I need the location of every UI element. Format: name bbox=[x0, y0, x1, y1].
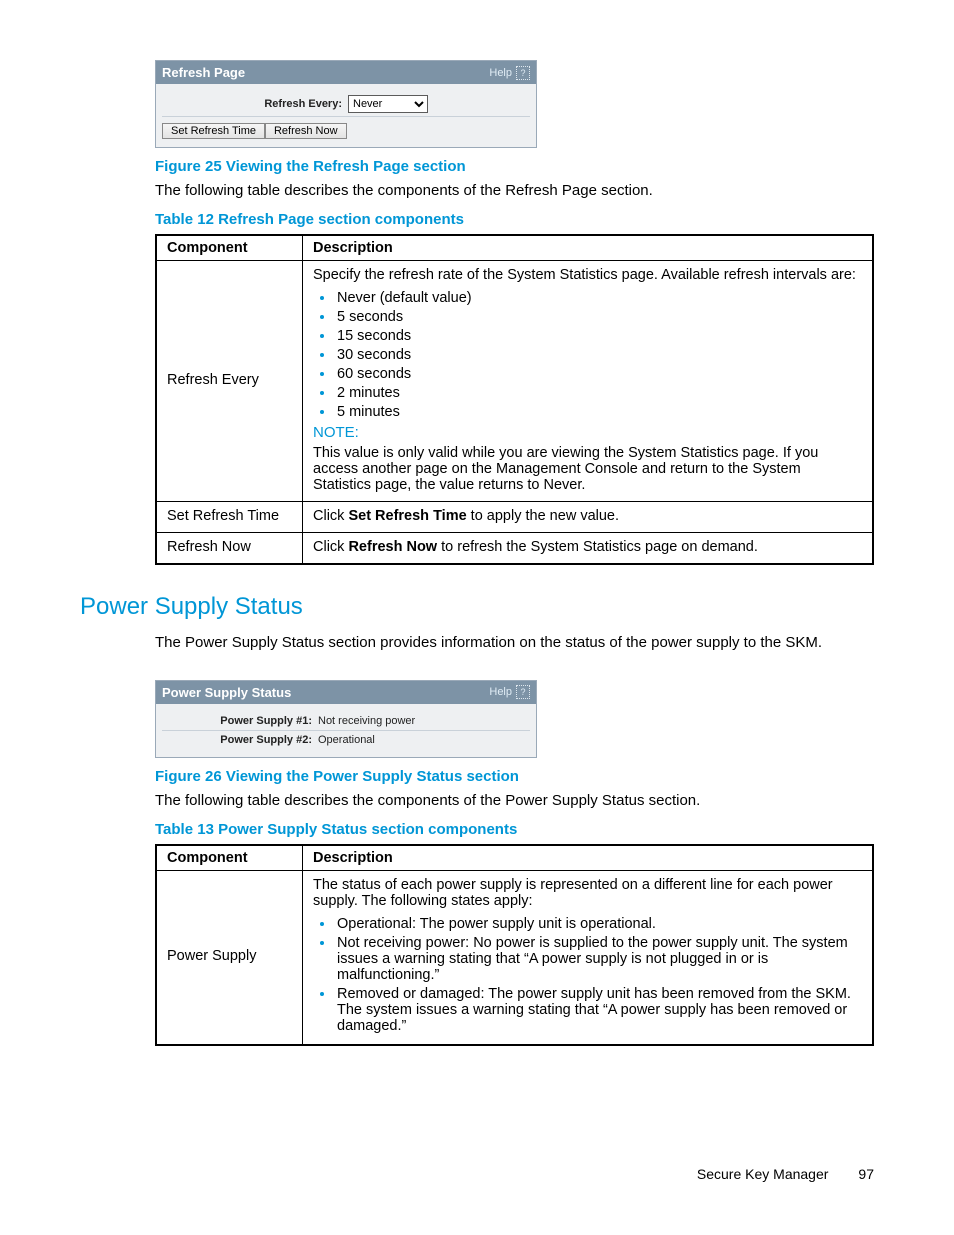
desc-list: Operational: The power supply unit is op… bbox=[313, 915, 862, 1034]
note-text: This value is only valid while you are v… bbox=[313, 445, 818, 493]
list-item: 2 minutes bbox=[335, 384, 862, 401]
panel-title: Refresh Page bbox=[162, 65, 245, 80]
figure-26-text: The following table describes the compon… bbox=[155, 791, 874, 811]
footer-product: Secure Key Manager bbox=[697, 1166, 829, 1182]
table-row: Refresh Every Specify the refresh rate o… bbox=[156, 261, 873, 502]
panel-body: Power Supply #1: Not receiving power Pow… bbox=[156, 704, 536, 757]
table-cell-description: Click Set Refresh Time to apply the new … bbox=[303, 502, 874, 533]
set-refresh-time-button[interactable]: Set Refresh Time bbox=[162, 123, 265, 139]
desc-post: to refresh the System Statistics page on… bbox=[437, 539, 758, 555]
footer-page-number: 97 bbox=[858, 1166, 874, 1182]
table-cell-component: Refresh Now bbox=[156, 533, 303, 565]
power-supply-1-value: Not receiving power bbox=[318, 715, 415, 727]
figure-25-caption: Figure 25 Viewing the Refresh Page secti… bbox=[155, 158, 874, 175]
list-item: Removed or damaged: The power supply uni… bbox=[335, 985, 862, 1034]
help-icon: ? bbox=[516, 66, 530, 80]
help-link[interactable]: Help ? bbox=[489, 66, 530, 80]
refresh-page-panel: Refresh Page Help ? Refresh Every: Never… bbox=[155, 60, 537, 148]
table-13: Component Description Power Supply The s… bbox=[155, 844, 874, 1046]
desc-post: to apply the new value. bbox=[467, 508, 619, 524]
refresh-every-label: Refresh Every: bbox=[162, 98, 348, 110]
refresh-every-select[interactable]: Never bbox=[348, 95, 428, 113]
power-supply-status-heading: Power Supply Status bbox=[80, 593, 874, 621]
panel-title: Power Supply Status bbox=[162, 685, 291, 700]
list-item: 60 seconds bbox=[335, 365, 862, 382]
list-item: 5 minutes bbox=[335, 403, 862, 420]
help-label: Help bbox=[489, 686, 512, 698]
table-cell-description: Click Refresh Now to refresh the System … bbox=[303, 533, 874, 565]
table-12-caption: Table 12 Refresh Page section components bbox=[155, 211, 874, 228]
table-13-caption: Table 13 Power Supply Status section com… bbox=[155, 821, 874, 838]
desc-pre: Click bbox=[313, 508, 348, 524]
desc-bold: Refresh Now bbox=[348, 539, 437, 555]
table-cell-component: Refresh Every bbox=[156, 261, 303, 502]
help-link[interactable]: Help ? bbox=[489, 685, 530, 699]
table-cell-description: Specify the refresh rate of the System S… bbox=[303, 261, 874, 502]
button-row: Set Refresh Time Refresh Now bbox=[162, 123, 530, 139]
desc-bold: Set Refresh Time bbox=[348, 508, 466, 524]
table-header-description: Description bbox=[303, 235, 874, 261]
table-header-component: Component bbox=[156, 845, 303, 871]
table-row: Power Supply The status of each power su… bbox=[156, 870, 873, 1045]
panel-titlebar: Power Supply Status Help ? bbox=[156, 681, 536, 704]
refresh-now-button[interactable]: Refresh Now bbox=[265, 123, 347, 139]
desc-list: Never (default value) 5 seconds 15 secon… bbox=[313, 289, 862, 420]
table-12: Component Description Refresh Every Spec… bbox=[155, 234, 874, 565]
panel-titlebar: Refresh Page Help ? bbox=[156, 61, 536, 84]
power-supply-1-label: Power Supply #1: bbox=[162, 715, 318, 727]
power-supply-panel: Power Supply Status Help ? Power Supply … bbox=[155, 680, 537, 758]
desc-pre: Click bbox=[313, 539, 348, 555]
table-cell-component: Power Supply bbox=[156, 870, 303, 1045]
table-row: Set Refresh Time Click Set Refresh Time … bbox=[156, 502, 873, 533]
list-item: 15 seconds bbox=[335, 327, 862, 344]
panel-body: Refresh Every: Never Set Refresh Time Re… bbox=[156, 84, 536, 147]
pss-intro-text: The Power Supply Status section provides… bbox=[155, 633, 874, 653]
help-label: Help bbox=[489, 67, 512, 79]
power-supply-2-label: Power Supply #2: bbox=[162, 734, 318, 746]
desc-intro: The status of each power supply is repre… bbox=[313, 877, 833, 909]
desc-intro: Specify the refresh rate of the System S… bbox=[313, 267, 856, 283]
refresh-every-row: Refresh Every: Never bbox=[162, 92, 530, 117]
power-supply-2-value: Operational bbox=[318, 734, 375, 746]
figure-26-caption: Figure 26 Viewing the Power Supply Statu… bbox=[155, 768, 874, 785]
table-cell-description: The status of each power supply is repre… bbox=[303, 870, 874, 1045]
list-item: 5 seconds bbox=[335, 308, 862, 325]
list-item: Never (default value) bbox=[335, 289, 862, 306]
page-footer: Secure Key Manager 97 bbox=[80, 1166, 874, 1182]
figure-25-text: The following table describes the compon… bbox=[155, 181, 874, 201]
power-supply-2-row: Power Supply #2: Operational bbox=[162, 731, 530, 749]
help-icon: ? bbox=[516, 685, 530, 699]
power-supply-1-row: Power Supply #1: Not receiving power bbox=[162, 712, 530, 731]
table-header-description: Description bbox=[303, 845, 874, 871]
table-header-component: Component bbox=[156, 235, 303, 261]
list-item: Not receiving power: No power is supplie… bbox=[335, 934, 862, 983]
table-row: Component Description bbox=[156, 235, 873, 261]
table-row: Refresh Now Click Refresh Now to refresh… bbox=[156, 533, 873, 565]
note-label: NOTE: bbox=[313, 424, 862, 441]
table-cell-component: Set Refresh Time bbox=[156, 502, 303, 533]
table-row: Component Description bbox=[156, 845, 873, 871]
list-item: Operational: The power supply unit is op… bbox=[335, 915, 862, 932]
list-item: 30 seconds bbox=[335, 346, 862, 363]
